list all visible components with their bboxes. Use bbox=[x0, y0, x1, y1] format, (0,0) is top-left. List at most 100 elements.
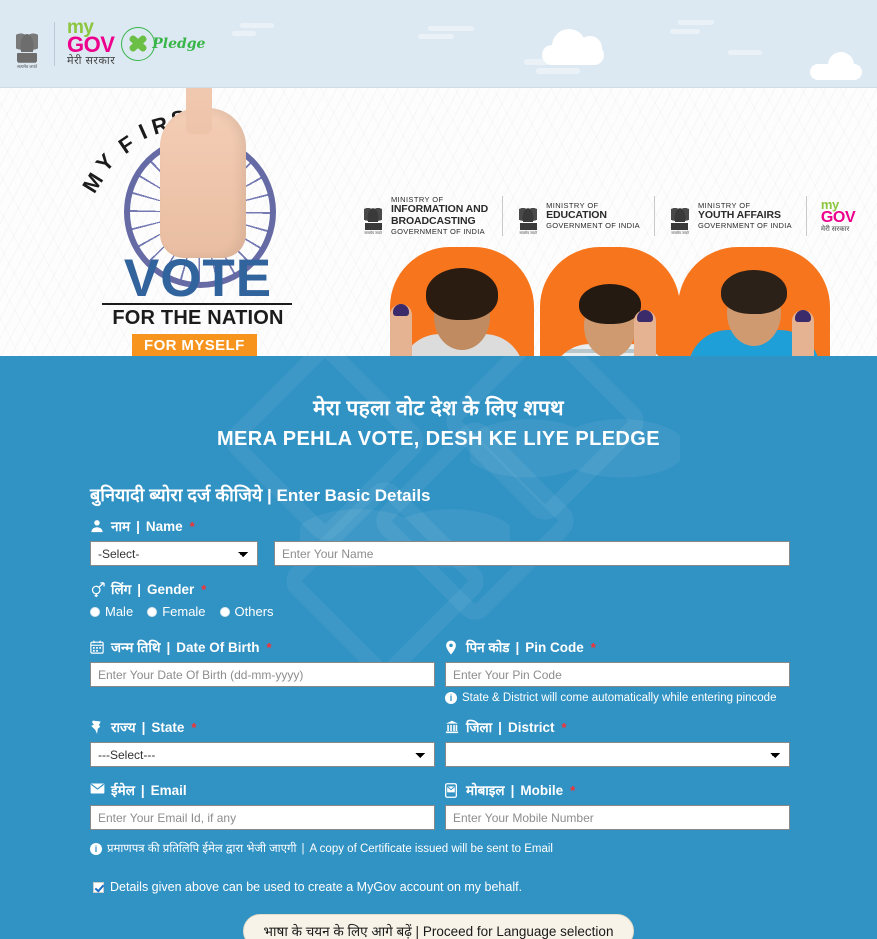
gender-label-english: Gender bbox=[147, 581, 195, 597]
pincode-label-hindi: पिन कोड bbox=[466, 640, 510, 655]
submit-row: भाषा के चयन के लिए आगे बढ़ें | Proceed f… bbox=[0, 914, 877, 939]
dob-label-english: Date Of Birth bbox=[176, 639, 260, 655]
gender-option-label: Male bbox=[105, 604, 134, 619]
logo-rule bbox=[102, 303, 292, 305]
email-input[interactable] bbox=[90, 805, 435, 830]
emblem-caption: सत्यमेव जयते bbox=[671, 231, 689, 236]
national-emblem-icon: सत्यमेव जयते bbox=[517, 196, 539, 236]
raised-finger bbox=[792, 310, 814, 356]
proceed-label-separator: | bbox=[411, 924, 423, 939]
index-finger bbox=[186, 88, 212, 134]
ministry-logo-education: सत्यमेव जयते MINISTRY OF EDUCATION GOVER… bbox=[503, 196, 654, 236]
for-the-nation-text: FOR THE NATION bbox=[112, 307, 284, 329]
consent-checkbox[interactable] bbox=[93, 881, 104, 893]
mobile-label-english: Mobile bbox=[520, 782, 564, 798]
national-emblem-icon: सत्यमेव जयते bbox=[362, 196, 384, 236]
mobile-label-hindi: मोबाइल bbox=[466, 783, 505, 798]
consent-text: Details given above can be used to creat… bbox=[110, 880, 523, 894]
email-hint-separator: | bbox=[301, 842, 305, 855]
required-marker: * bbox=[561, 719, 567, 735]
pledge-badge: Pledge bbox=[121, 26, 206, 61]
pincode-hint-text: State & District will come automatically… bbox=[462, 692, 777, 704]
mygov-gov-text: GOV bbox=[67, 32, 115, 58]
proceed-language-selection-button[interactable]: भाषा के चयन के लिए आगे बढ़ें | Proceed f… bbox=[242, 914, 635, 939]
email-label-english: Email bbox=[150, 782, 187, 798]
dob-label-hindi: जन्म तिथि bbox=[111, 640, 161, 655]
mygov-tagline: मेरी सरकार bbox=[820, 225, 850, 233]
gender-label: लिंग | Gender * bbox=[90, 580, 790, 598]
proceed-label-hindi: भाषा के चयन के लिए आगे बढ़ें bbox=[263, 924, 412, 939]
envelope-icon bbox=[90, 782, 105, 798]
pincode-input[interactable] bbox=[445, 662, 790, 687]
gender-row: लिंग | Gender * Male Female Others bbox=[90, 580, 790, 619]
required-marker: * bbox=[201, 581, 207, 597]
gender-option-label: Female bbox=[162, 604, 206, 619]
required-marker: * bbox=[189, 518, 195, 534]
my-first-vote-logo: M Y F I R S T VOTE FOR THE NATION FOR MY… bbox=[72, 88, 322, 356]
header-divider bbox=[54, 21, 55, 66]
for-myself-badge: FOR MYSELF bbox=[132, 334, 257, 356]
state-label-hindi: राज्य bbox=[111, 720, 136, 735]
email-hint-english: A copy of Certificate issued will be sen… bbox=[309, 842, 553, 855]
dob-input[interactable] bbox=[90, 662, 435, 687]
info-icon: i bbox=[90, 842, 102, 855]
consent-row[interactable]: Details given above can be used to creat… bbox=[93, 880, 877, 894]
state-label-english: State bbox=[151, 719, 185, 735]
gender-label-hindi: लिंग bbox=[111, 582, 132, 597]
radio-icon[interactable] bbox=[147, 606, 158, 617]
person-hair bbox=[426, 268, 498, 320]
radio-icon[interactable] bbox=[90, 606, 100, 617]
name-input[interactable] bbox=[274, 541, 790, 566]
gender-option-male[interactable]: Male bbox=[90, 604, 133, 619]
gender-option-others[interactable]: Others bbox=[219, 604, 274, 619]
gender-option-female[interactable]: Female bbox=[147, 604, 206, 619]
national-emblem-icon: सत्यमेव जयते bbox=[14, 18, 40, 70]
state-select[interactable]: ---Select--- bbox=[90, 742, 435, 767]
person-right bbox=[678, 247, 830, 356]
section-heading-separator: | bbox=[262, 486, 277, 505]
person-hair bbox=[721, 270, 787, 314]
emblem-caption: सत्यमेव जयते bbox=[364, 231, 382, 236]
gender-radio-group: Male Female Others bbox=[90, 604, 790, 619]
email-label-hindi: ईमेल bbox=[111, 783, 135, 798]
info-icon: i bbox=[445, 692, 457, 704]
mygov-tagline: मेरी सरकार bbox=[67, 55, 116, 68]
dob-field: जन्म तिथि | Date Of Birth * bbox=[90, 638, 435, 704]
india-map-icon bbox=[90, 720, 105, 735]
ministry-logo-youth-affairs: सत्यमेव जयते MINISTRY OF YOUTH AFFAIRS G… bbox=[655, 196, 806, 236]
ministry-line3: GOVERNMENT OF INDIA bbox=[391, 226, 485, 236]
email-hint-hindi: प्रमाणपत्र की प्रतिलिपि ईमेल द्वारा भेजी… bbox=[107, 843, 297, 855]
pledge-title-english: MERA PEHLA VOTE, DESH KE LIYE PLEDGE bbox=[217, 428, 660, 450]
name-label-english: Name bbox=[145, 518, 183, 534]
pincode-label-english: Pin Code bbox=[525, 639, 584, 655]
ministry-line3: GOVERNMENT OF INDIA bbox=[546, 221, 640, 231]
required-marker: * bbox=[266, 639, 272, 655]
required-marker: * bbox=[570, 782, 576, 798]
salutation-select[interactable]: -Select- bbox=[90, 541, 258, 566]
mobile-input[interactable] bbox=[445, 805, 790, 830]
district-select[interactable] bbox=[445, 742, 790, 767]
gender-icon bbox=[90, 581, 105, 597]
district-label-hindi: जिला bbox=[466, 720, 493, 735]
district-label: जिला | District * bbox=[445, 718, 790, 736]
email-mobile-row: ईमेल | Email Enter Your Email Id, if any… bbox=[90, 781, 790, 830]
pledge-badge-label: Pledge bbox=[152, 35, 206, 52]
person-left bbox=[390, 247, 534, 356]
mygov-logo[interactable]: my GOV मेरी सरकार Pledge bbox=[67, 18, 206, 68]
ministry-logo-row: सत्यमेव जयते MINISTRY OF INFORMATION AND… bbox=[348, 195, 861, 237]
raised-finger bbox=[634, 310, 656, 356]
vote-wordmark: VOTE bbox=[123, 249, 273, 308]
section-heading-hindi: बुनियादी ब्योरा दर्ज कीजिये bbox=[90, 485, 263, 505]
pledge-knot-icon bbox=[121, 26, 156, 61]
person-hair bbox=[579, 284, 641, 324]
ministry-line3: GOVERNMENT OF INDIA bbox=[697, 221, 792, 231]
email-hint-row: i प्रमाणपत्र की प्रतिलिपि ईमेल द्वारा भे… bbox=[90, 836, 790, 856]
district-label-english: District bbox=[507, 719, 555, 735]
name-label-hindi: नाम bbox=[111, 519, 131, 534]
youth-voters-photo bbox=[352, 247, 830, 356]
calendar-icon bbox=[90, 640, 105, 655]
required-marker: * bbox=[590, 639, 596, 655]
radio-icon[interactable] bbox=[219, 606, 230, 617]
location-pin-icon bbox=[445, 640, 460, 655]
section-heading: बुनियादी ब्योरा दर्ज कीजिये | Enter Basi… bbox=[90, 483, 877, 507]
